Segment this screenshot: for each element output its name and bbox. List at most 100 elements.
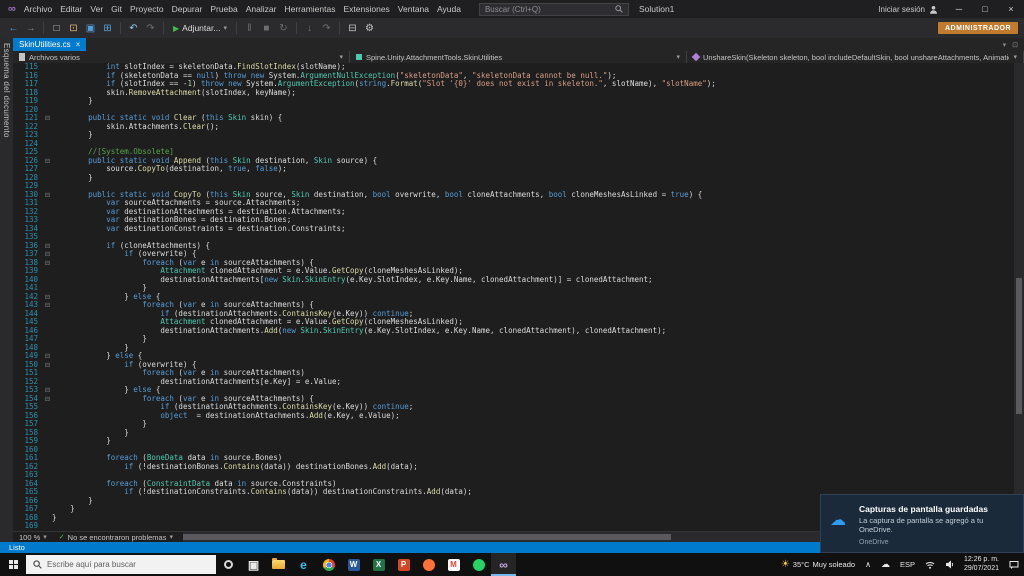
document-outline-tab[interactable]: Esquema del documento bbox=[0, 38, 13, 542]
code-line[interactable]: 160 bbox=[13, 446, 1014, 455]
onedrive-toast[interactable]: ☁ Capturas de pantalla guardadas La capt… bbox=[820, 494, 1024, 553]
taskbar-app-visual-studio[interactable]: ∞ bbox=[491, 553, 516, 576]
tab-skinutilities[interactable]: SkinUtilities.cs × bbox=[13, 38, 87, 51]
maximize-button[interactable]: □ bbox=[972, 0, 998, 18]
code-line[interactable]: 120 bbox=[13, 106, 1014, 115]
network-tray-icon[interactable] bbox=[920, 553, 940, 576]
weather-widget[interactable]: ☀ 35°C Muy soleado bbox=[776, 553, 860, 576]
taskbar-app-cortana[interactable] bbox=[216, 553, 241, 576]
save-icon[interactable]: ▣ bbox=[83, 20, 98, 36]
start-button[interactable] bbox=[0, 553, 26, 576]
new-file-icon[interactable]: □ bbox=[49, 20, 64, 36]
volume-tray-icon[interactable] bbox=[940, 553, 959, 576]
code-line[interactable]: 128 } bbox=[13, 174, 1014, 183]
properties-icon[interactable]: ⚙ bbox=[362, 20, 377, 36]
code-line[interactable]: 150 ⊟ if (overwrite) { bbox=[13, 361, 1014, 370]
menu-ayuda[interactable]: Ayuda bbox=[433, 4, 465, 14]
code-line[interactable]: 130 ⊟ public static void CopyTo (this Ski… bbox=[13, 191, 1014, 200]
onedrive-tray-icon[interactable]: ☁ bbox=[876, 553, 895, 576]
fold-marker-icon[interactable]: ⊟ bbox=[43, 293, 52, 302]
code-line[interactable]: 115 int slotIndex = skeletonData.FindSlo… bbox=[13, 63, 1014, 72]
code-line[interactable]: 164 foreach (ConstraintData data in sour… bbox=[13, 480, 1014, 489]
code-line[interactable]: 158 } bbox=[13, 429, 1014, 438]
code-line[interactable]: 140 destinationAttachments[new Skin.Skin… bbox=[13, 276, 1014, 285]
code-line[interactable]: 126 ⊟ public static void Append (this Ski… bbox=[13, 157, 1014, 166]
code-line[interactable]: 122 skin.Attachments.Clear(); bbox=[13, 123, 1014, 132]
code-line[interactable]: 136 ⊟ if (cloneAttachments) { bbox=[13, 242, 1014, 251]
action-center-button[interactable] bbox=[1004, 553, 1024, 576]
taskbar-app-firefox[interactable] bbox=[416, 553, 441, 576]
code-editor[interactable]: 115 int slotIndex = skeletonData.FindSlo… bbox=[13, 63, 1024, 531]
language-indicator[interactable]: ESP bbox=[895, 553, 920, 576]
minimize-button[interactable]: ─ bbox=[946, 0, 972, 18]
code-line[interactable]: 145 Attachment clonedAttachment = e.Valu… bbox=[13, 318, 1014, 327]
undo-icon[interactable]: ↶ bbox=[126, 20, 141, 36]
navigate-forward-icon[interactable]: → bbox=[23, 20, 38, 36]
attach-button[interactable]: ▶ Adjuntar... ▾ bbox=[169, 23, 231, 33]
code-line[interactable]: 154 ⊟ foreach (var e in sourceAttachments… bbox=[13, 395, 1014, 404]
code-line[interactable]: 124 bbox=[13, 140, 1014, 149]
open-file-icon[interactable]: ⊡ bbox=[66, 20, 81, 36]
code-line[interactable]: 163 bbox=[13, 471, 1014, 480]
taskbar-app-word[interactable]: W bbox=[341, 553, 366, 576]
clock[interactable]: 12:26 p. m. 29/07/2021 bbox=[959, 553, 1004, 576]
code-line[interactable]: 117 if (slotIndex == -1) throw new Syste… bbox=[13, 80, 1014, 89]
code-line[interactable]: 162 if (!destinationBones.Contains(data)… bbox=[13, 463, 1014, 472]
project-dropdown[interactable]: Archivos varios ▾ bbox=[13, 51, 350, 63]
menu-git[interactable]: Git bbox=[107, 4, 126, 14]
code-line[interactable]: 131 var sourceAttachments = source.Attac… bbox=[13, 199, 1014, 208]
type-dropdown[interactable]: Spine.Unity.AttachmentTools.SkinUtilitie… bbox=[350, 51, 687, 63]
member-dropdown[interactable]: UnshareSkin(Skeleton skeleton, bool incl… bbox=[687, 51, 1024, 63]
code-line[interactable]: 118 skin.RemoveAttachment(slotIndex, key… bbox=[13, 89, 1014, 98]
code-line[interactable]: 127 source.CopyTo(destination, true, fal… bbox=[13, 165, 1014, 174]
code-line[interactable]: 119 } bbox=[13, 97, 1014, 106]
zoom-control[interactable]: 100 % ▾ bbox=[13, 532, 53, 542]
taskbar-app-task-view[interactable]: ▣ bbox=[241, 553, 266, 576]
show-hidden-icons-button[interactable]: ∧ bbox=[860, 553, 876, 576]
close-tab-icon[interactable]: × bbox=[76, 40, 81, 49]
fold-marker-icon[interactable]: ⊟ bbox=[43, 114, 52, 123]
quick-search-input[interactable]: Buscar (Ctrl+Q) bbox=[478, 2, 629, 16]
scrollbar-thumb[interactable] bbox=[183, 534, 671, 540]
user-account-icon[interactable] bbox=[929, 5, 938, 14]
menu-ver[interactable]: Ver bbox=[86, 4, 107, 14]
code-line[interactable]: 116 if (skeletonData == null) throw new … bbox=[13, 72, 1014, 81]
code-line[interactable]: 157 } bbox=[13, 420, 1014, 429]
fold-marker-icon[interactable]: ⊟ bbox=[43, 157, 52, 166]
code-line[interactable]: 143 ⊟ foreach (var e in sourceAttachments… bbox=[13, 301, 1014, 310]
fold-marker-icon[interactable]: ⊟ bbox=[43, 301, 52, 310]
fold-marker-icon[interactable]: ⊟ bbox=[43, 259, 52, 268]
code-line[interactable]: 123 } bbox=[13, 131, 1014, 140]
fold-marker-icon[interactable]: ⊟ bbox=[43, 395, 52, 404]
fold-marker-icon[interactable]: ⊟ bbox=[43, 250, 52, 259]
taskbar-app-edge[interactable]: e bbox=[291, 553, 316, 576]
taskbar-app-whatsapp[interactable] bbox=[466, 553, 491, 576]
code-line[interactable]: 129 bbox=[13, 182, 1014, 191]
code-line[interactable]: 155 if (destinationAttachments.ContainsK… bbox=[13, 403, 1014, 412]
code-line[interactable]: 142 ⊟ } else { bbox=[13, 293, 1014, 302]
fold-marker-icon[interactable]: ⊟ bbox=[43, 361, 52, 370]
sign-in-button[interactable]: Iniciar sesión bbox=[878, 5, 925, 14]
taskbar-app-file-explorer[interactable] bbox=[266, 553, 291, 576]
taskbar-app-powerpoint[interactable]: P bbox=[391, 553, 416, 576]
menu-prueba[interactable]: Prueba bbox=[206, 4, 241, 14]
code-line[interactable]: 146 destinationAttachments.Add(new Skin.… bbox=[13, 327, 1014, 336]
code-line[interactable]: 147 } bbox=[13, 335, 1014, 344]
stop-icon[interactable]: ■ bbox=[259, 20, 274, 36]
code-line[interactable]: 159 } bbox=[13, 437, 1014, 446]
menu-analizar[interactable]: Analizar bbox=[242, 4, 281, 14]
code-line[interactable]: 133 var destinationBones = destination.B… bbox=[13, 216, 1014, 225]
code-line[interactable]: 121 ⊟ public static void Clear (this Skin… bbox=[13, 114, 1014, 123]
code-line[interactable]: 139 Attachment clonedAttachment = e.Valu… bbox=[13, 267, 1014, 276]
code-line[interactable]: 125 //[System.Obsolete] bbox=[13, 148, 1014, 157]
restart-icon[interactable]: ↻ bbox=[276, 20, 291, 36]
fold-marker-icon[interactable]: ⊟ bbox=[43, 352, 52, 361]
fold-marker-icon[interactable]: ⊟ bbox=[43, 242, 52, 251]
code-line[interactable]: 152 destinationAttachments[e.Key] = e.Va… bbox=[13, 378, 1014, 387]
code-line[interactable]: 144 if (destinationAttachments.ContainsK… bbox=[13, 310, 1014, 319]
taskbar-app-excel[interactable]: X bbox=[366, 553, 391, 576]
active-files-dropdown-icon[interactable]: ▾ bbox=[1003, 41, 1007, 49]
menu-herramientas[interactable]: Herramientas bbox=[280, 4, 339, 14]
code-line[interactable]: 138 ⊟ foreach (var e in sourceAttachments… bbox=[13, 259, 1014, 268]
menu-proyecto[interactable]: Proyecto bbox=[126, 4, 168, 14]
